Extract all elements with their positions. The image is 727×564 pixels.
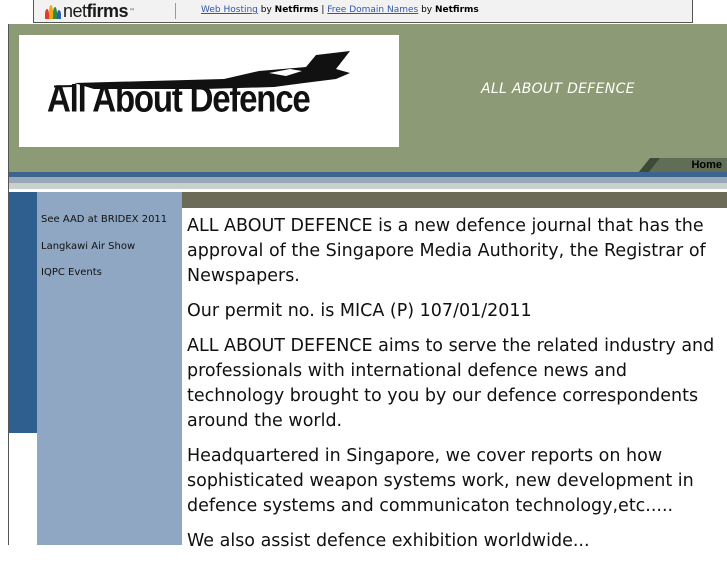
netfirms-logo[interactable]: netfirms ™ (44, 2, 135, 20)
main-content: ALL ABOUT DEFENCE is a new defence journ… (187, 214, 727, 564)
web-hosting-link[interactable]: Web Hosting (201, 5, 258, 15)
tab-home-label: Home (691, 159, 722, 171)
headquarters-paragraph: Headquartered in Singapore, we cover rep… (187, 446, 694, 516)
content-header-bar (182, 192, 727, 208)
site-title: ALL ABOUT DEFENCE (481, 81, 635, 97)
netfirms-text-1: Netfirms (274, 5, 319, 15)
page-frame: All About Defence ALL ABOUT DEFENCE Home… (8, 24, 727, 551)
separator-text: | (318, 5, 328, 15)
by-text-2: by (418, 5, 435, 15)
sidebar-accent (9, 192, 37, 433)
logo-text: All About Defence (47, 77, 311, 120)
free-domain-link[interactable]: Free Domain Names (327, 5, 418, 15)
sidebar-item-iqpc-events[interactable]: IQPC Events (41, 267, 102, 278)
netfirms-divider (175, 3, 176, 19)
site-header: All About Defence ALL ABOUT DEFENCE Home (9, 24, 727, 173)
exhibitions-paragraph: We also assist defence exhibition worldw… (187, 531, 590, 551)
sidebar-nav: See AAD at BRIDEX 2011 Langkawi Air Show… (37, 192, 182, 545)
sidebar-item-bridex-2011[interactable]: See AAD at BRIDEX 2011 (41, 214, 167, 225)
netfirms-logo-icon (44, 3, 62, 19)
netfirms-logo-text-bold: firms (86, 1, 129, 21)
permit-paragraph: Our permit no. is MICA (P) 107/01/2011 (187, 301, 532, 321)
trademark-symbol: ™ (129, 7, 136, 15)
aims-paragraph: ALL ABOUT DEFENCE aims to serve the rela… (187, 336, 715, 431)
header-stripe-light (9, 183, 727, 189)
netfirms-bar: netfirms ™ Web Hosting by Netfirms | Free… (33, 0, 693, 23)
netfirms-text-2: Netfirms (434, 5, 479, 15)
netfirms-links: Web Hosting by Netfirms | Free Domain Na… (201, 5, 479, 15)
by-text-1: by (257, 5, 275, 15)
intro-paragraph: ALL ABOUT DEFENCE is a new defence journ… (187, 216, 706, 286)
tab-home[interactable]: Home (638, 158, 727, 173)
site-logo[interactable]: All About Defence (19, 35, 399, 147)
sidebar-item-langkawi-air-show[interactable]: Langkawi Air Show (41, 241, 135, 252)
netfirms-logo-text-light: net (63, 1, 87, 21)
